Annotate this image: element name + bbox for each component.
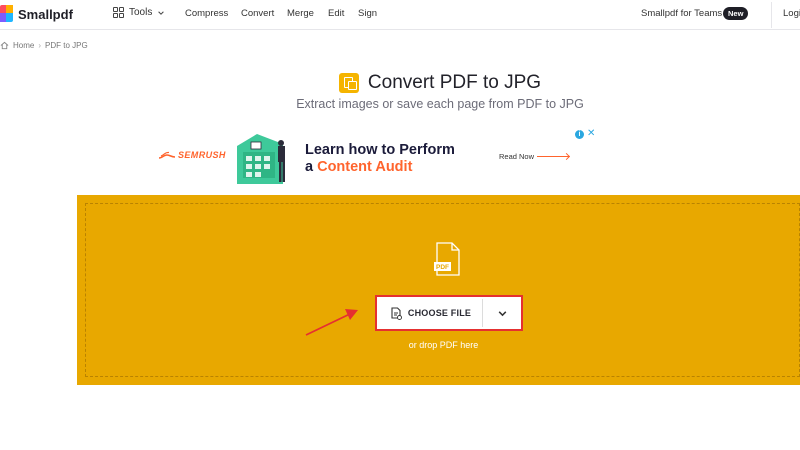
pdf-file-icon: PDF	[434, 242, 460, 276]
dropzone-dashed-area[interactable]: PDF CHOOSE FILE or drop PDF here	[85, 203, 800, 377]
chevron-down-icon	[158, 10, 165, 15]
login-link[interactable]: Login	[783, 8, 800, 19]
pdf-file-icon-label: PDF	[436, 264, 449, 271]
ad-cta-label: Read Now	[499, 152, 535, 161]
title-row: Convert PDF to JPG	[0, 72, 800, 94]
breadcrumb-separator: ›	[38, 41, 42, 50]
logo[interactable]: Smallpdf	[0, 5, 73, 23]
teams-link[interactable]: Smallpdf for Teams	[641, 8, 722, 19]
ad-info-icon[interactable]: i	[575, 130, 584, 139]
breadcrumb-home[interactable]: Home	[13, 41, 34, 50]
nav-divider	[771, 2, 772, 28]
home-icon	[0, 41, 9, 50]
ad-illustration-icon	[237, 134, 285, 184]
nav-merge[interactable]: Merge	[287, 8, 314, 19]
annotation-arrow-icon	[305, 309, 358, 336]
breadcrumb: Home › PDF to JPG	[0, 41, 88, 50]
logo-text: Smallpdf	[18, 6, 73, 22]
choose-file-button[interactable]: CHOOSE FILE	[379, 299, 483, 327]
page-title: Convert PDF to JPG	[367, 72, 542, 93]
arrow-right-icon	[537, 156, 570, 157]
choose-file-label: CHOOSE FILE	[407, 308, 472, 318]
top-navigation: Smallpdf Tools Compress Convert Merge Ed…	[0, 0, 800, 30]
new-badge: New	[723, 7, 749, 20]
semrush-flame-icon	[158, 151, 176, 159]
ad-headline: Learn how to Perform a Content Audit	[305, 142, 455, 176]
chevron-down-icon	[498, 310, 506, 316]
breadcrumb-current[interactable]: PDF to JPG	[45, 41, 88, 50]
ad-read-now-link[interactable]: Read Now	[499, 152, 570, 161]
tools-label: Tools	[129, 7, 153, 18]
pdf-to-jpg-tool-icon	[338, 73, 359, 93]
nav-edit[interactable]: Edit	[328, 8, 344, 19]
ad-close-icon[interactable]: ✕	[587, 128, 595, 139]
smallpdf-logo-icon	[0, 5, 14, 23]
grid-icon	[113, 7, 124, 18]
semrush-logo: SEMRUSH	[158, 150, 226, 160]
tools-menu[interactable]: Tools	[113, 7, 165, 18]
nav-sign[interactable]: Sign	[358, 8, 377, 19]
nav-convert[interactable]: Convert	[241, 8, 274, 19]
choose-file-group[interactable]: CHOOSE FILE	[375, 295, 523, 331]
choose-file-options-dropdown[interactable]	[484, 299, 520, 327]
ad-headline-accent: Content Audit	[317, 159, 413, 175]
ad-headline-prefix: a	[305, 159, 318, 175]
ad-brand: SEMRUSH	[178, 150, 226, 160]
ad-headline-line1: Learn how to Perform	[305, 142, 455, 158]
drop-hint-text: or drop PDF here	[408, 340, 479, 350]
advertisement-banner[interactable]: SEMRUSH Learn how to Perform a Content A…	[150, 128, 600, 188]
add-file-icon	[391, 306, 402, 320]
page-subtitle: Extract images or save each page from PD…	[296, 97, 584, 111]
file-dropzone[interactable]: PDF CHOOSE FILE or drop PDF here	[77, 195, 800, 385]
nav-compress[interactable]: Compress	[185, 8, 228, 19]
ad-headline-line2: a Content Audit	[305, 159, 455, 176]
